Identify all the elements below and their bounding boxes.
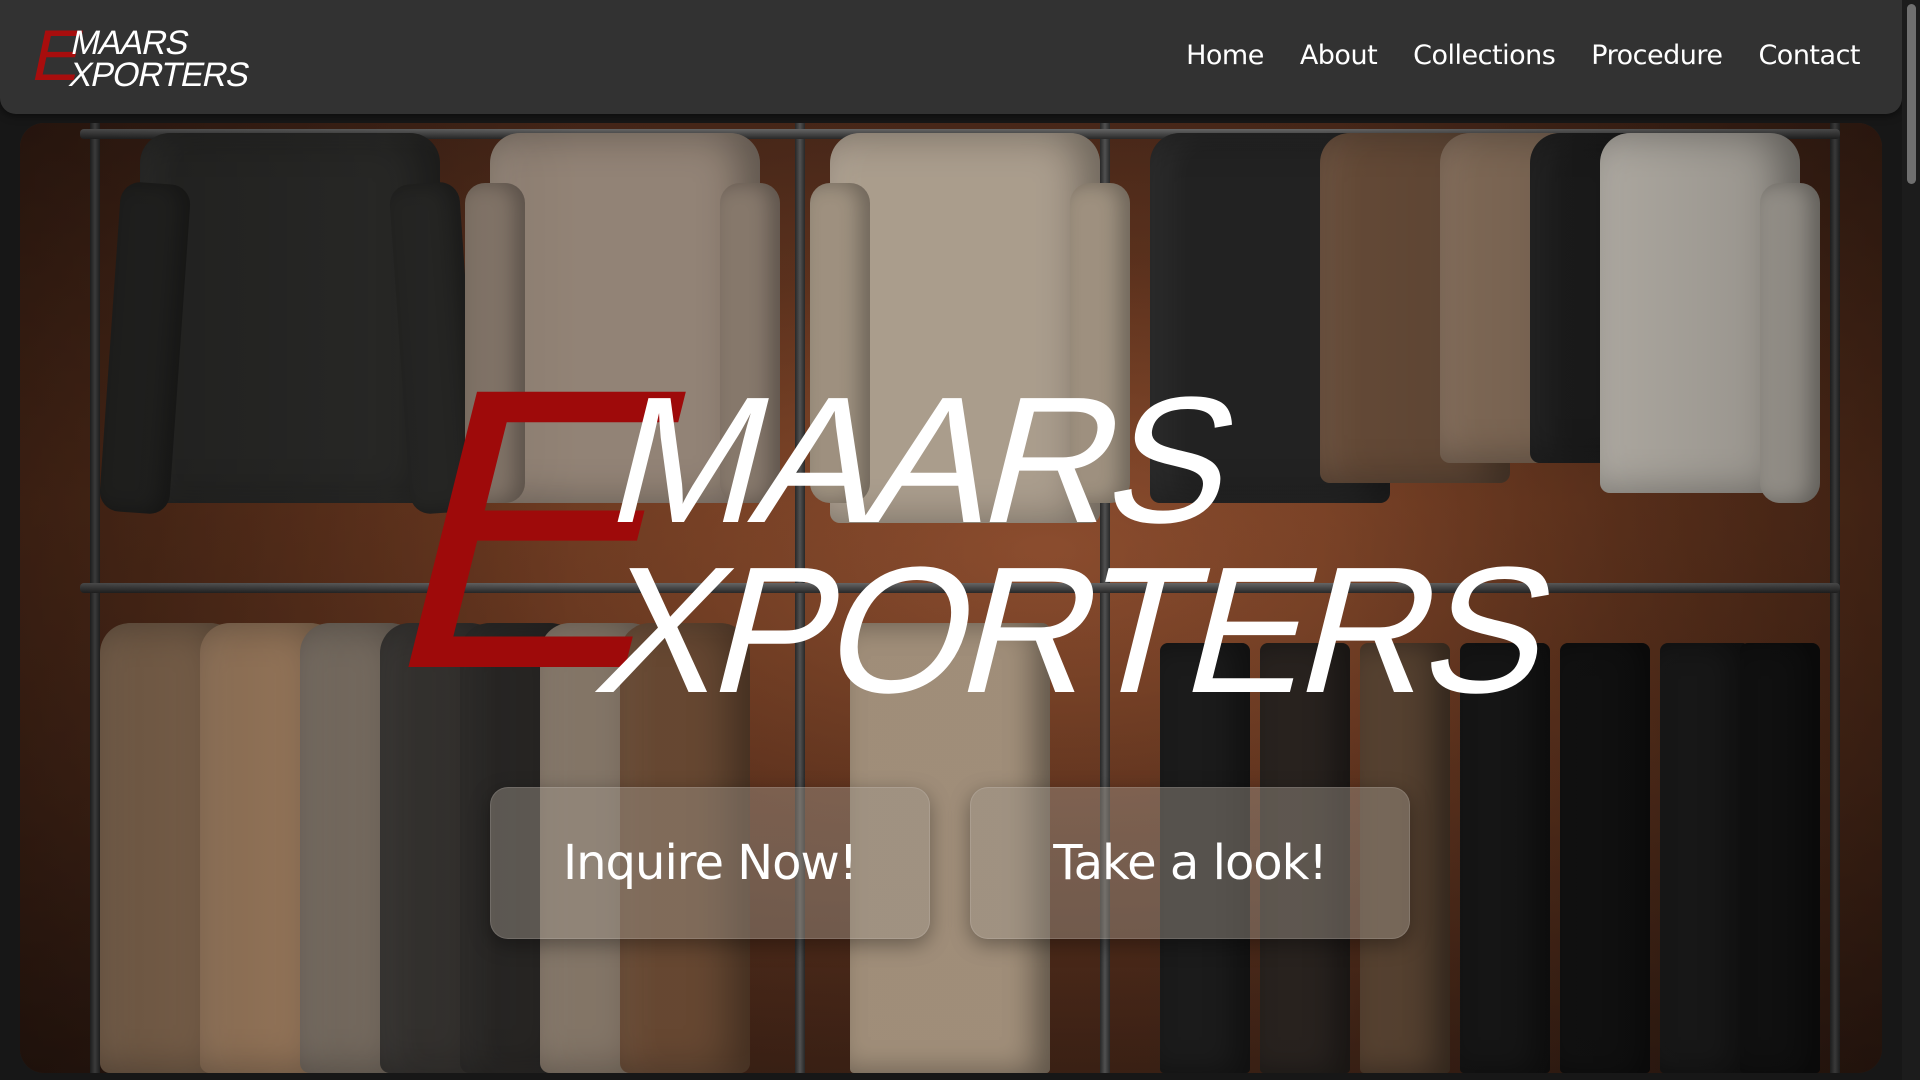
page: E MAARS XPORTERS Home About Collections …: [0, 0, 1920, 1080]
scrollbar[interactable]: [1902, 0, 1920, 1080]
brand-logo-line2: XPORTERS: [65, 56, 253, 94]
nav-link-contact[interactable]: Contact: [1758, 36, 1860, 76]
inquire-now-button[interactable]: Inquire Now!: [490, 787, 930, 939]
hero-logo: E MAARS XPORTERS: [354, 305, 1570, 752]
nav-link-collections[interactable]: Collections: [1413, 36, 1556, 76]
brand-logo-line1: MAARS: [67, 24, 192, 62]
take-a-look-button[interactable]: Take a look!: [970, 787, 1410, 939]
nav-menu: Home About Collections Procedure Contact: [1186, 36, 1860, 76]
navbar: E MAARS XPORTERS Home About Collections …: [0, 0, 1902, 114]
brand-logo[interactable]: E MAARS XPORTERS: [25, 16, 254, 96]
scrollbar-thumb[interactable]: [1907, 4, 1916, 184]
nav-link-procedure[interactable]: Procedure: [1591, 36, 1723, 76]
nav-link-home[interactable]: Home: [1186, 36, 1264, 76]
hero-section: E MAARS XPORTERS Inquire Now! Take a loo…: [20, 123, 1882, 1073]
hero-logo-line1: MAARS: [593, 360, 1254, 561]
nav-link-about[interactable]: About: [1300, 36, 1378, 76]
hero-logo-line2: XPORTERS: [581, 530, 1571, 731]
